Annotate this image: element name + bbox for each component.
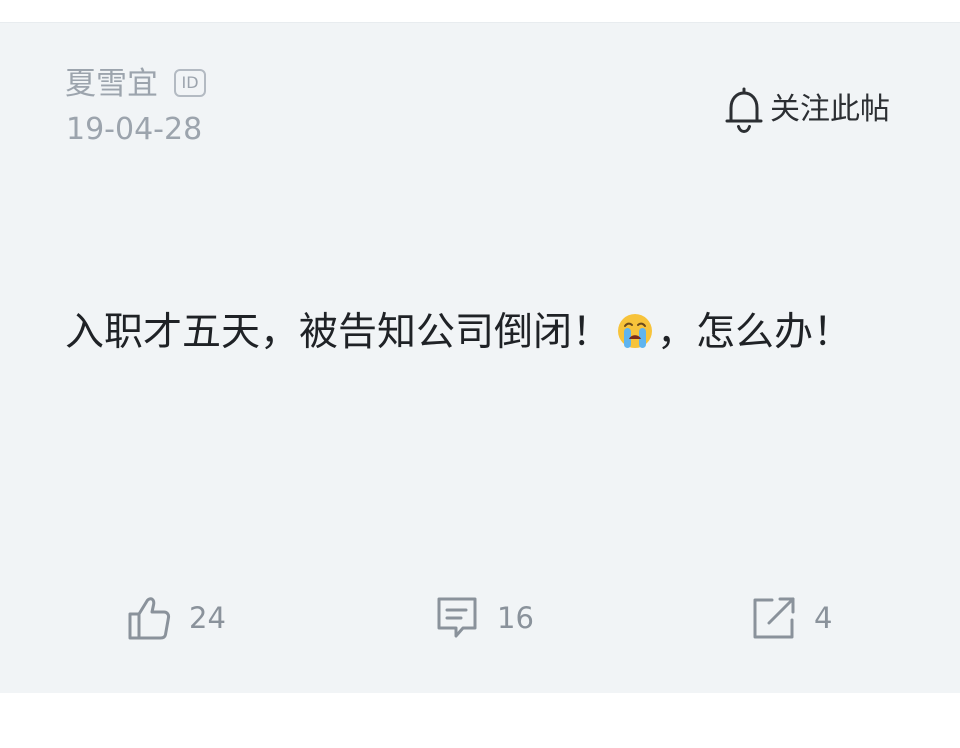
post-text-part1: 入职才五天，被告知公司倒闭！ [65, 310, 612, 355]
comment-count: 16 [497, 601, 534, 635]
share-count: 4 [814, 601, 833, 635]
post-content: 入职才五天，被告知公司倒闭！ ，怎么办！ [65, 296, 865, 370]
follow-post-label: 关注此帖 [770, 92, 890, 127]
crying-face-emoji [617, 300, 653, 348]
share-button[interactable]: 4 [752, 590, 832, 646]
like-count: 24 [189, 601, 226, 635]
like-button[interactable]: 24 [127, 590, 226, 646]
id-badge: ID [174, 69, 206, 97]
post-text-part2: ，怎么办！ [657, 310, 853, 355]
bell-icon [722, 84, 766, 136]
share-icon [752, 595, 796, 641]
author-name[interactable]: 夏雪宜 [65, 64, 158, 104]
comment-button[interactable]: 16 [435, 590, 534, 646]
follow-post-button[interactable]: 关注此帖 [722, 84, 890, 136]
thumbs-up-icon [127, 595, 171, 641]
post-date: 19-04-28 [66, 112, 203, 147]
comment-icon [435, 595, 479, 641]
